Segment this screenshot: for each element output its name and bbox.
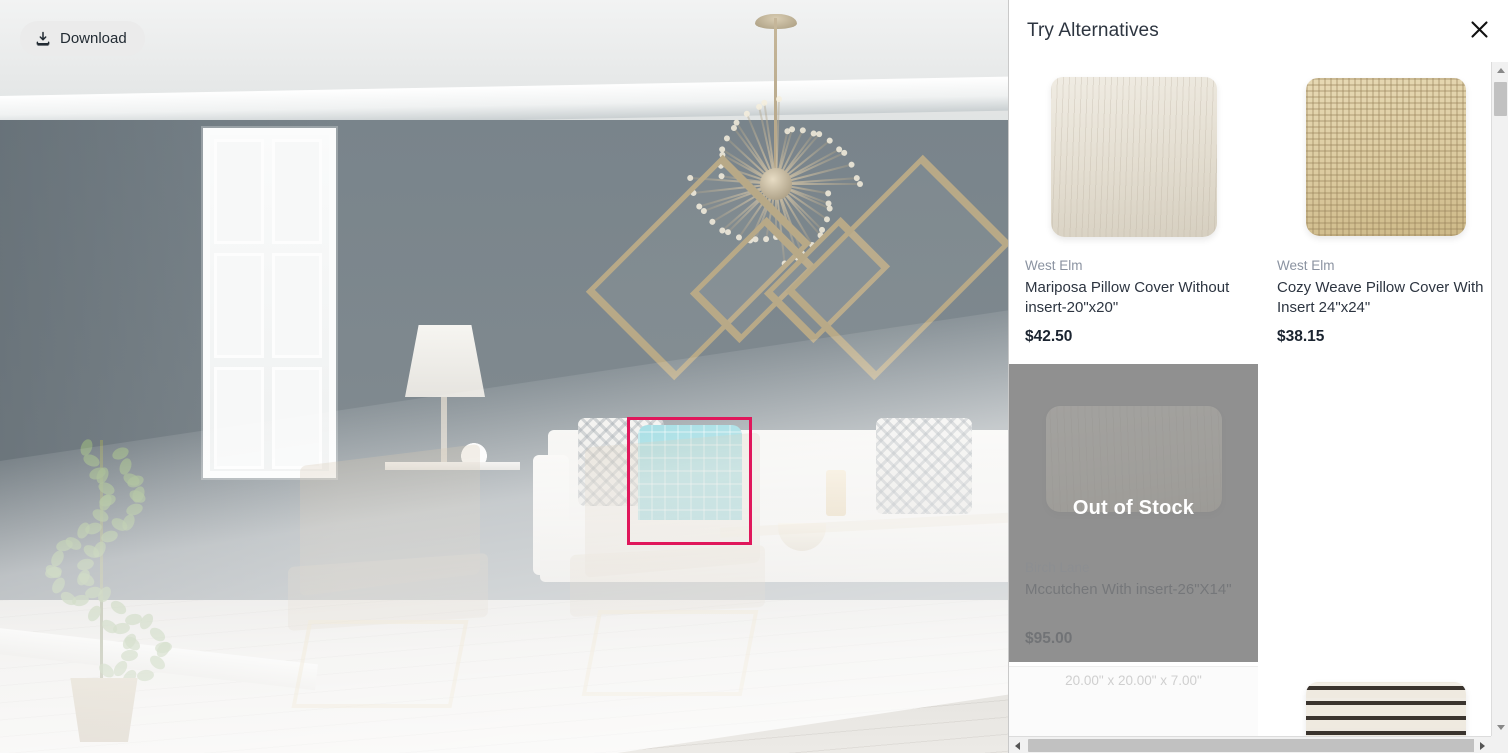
products-viewport: West Elm Mariposa Pillow Cover Without in… (1009, 62, 1491, 736)
product-image (1009, 62, 1258, 252)
product-card[interactable]: West Elm Cozy Weave Pillow Cover With Ins… (1261, 62, 1491, 360)
download-button[interactable]: Download (20, 21, 145, 56)
download-button-label: Download (60, 30, 127, 47)
chevron-down-icon (1496, 725, 1505, 730)
selection-bounding-box[interactable] (627, 417, 752, 545)
product-name[interactable]: Mariposa Pillow Cover Without insert-20"… (1025, 278, 1242, 318)
out-of-stock-label: Out of Stock (1072, 497, 1195, 519)
product-name[interactable]: Mccutchen With insert-26"X14" (1025, 580, 1242, 620)
product-info: Birch Lane Mccutchen With insert-26"X14" $… (1009, 554, 1258, 662)
product-brand: West Elm (1025, 258, 1083, 273)
chevron-left-icon (1015, 741, 1020, 750)
cream-textured-square-pillow-graphic (1050, 77, 1217, 237)
app-root: Download Try Alternatives West Elm Maripo… (0, 0, 1508, 753)
product-grid: West Elm Mariposa Pillow Cover Without in… (1009, 62, 1491, 736)
scrollbar-corner (1491, 736, 1508, 753)
product-image (1261, 62, 1491, 252)
product-price: $38.15 (1277, 328, 1325, 345)
product-info: West Elm Cozy Weave Pillow Cover With Ins… (1261, 252, 1491, 360)
horizontal-scroll-thumb[interactable] (1028, 739, 1476, 752)
vertical-scroll-thumb[interactable] (1494, 82, 1507, 116)
alternatives-panel: Try Alternatives West Elm Mariposa Pillow… (1008, 0, 1508, 753)
download-icon (35, 31, 51, 47)
close-button[interactable] (1466, 18, 1492, 44)
chevron-right-icon (1480, 741, 1485, 750)
product-brand: West Elm (1277, 258, 1335, 273)
vertical-scrollbar[interactable] (1491, 62, 1508, 736)
scroll-left-arrow[interactable] (1009, 737, 1026, 753)
product-image (1009, 364, 1258, 554)
product-price: $42.50 (1025, 328, 1073, 345)
striped-corded-pillow-graphic (1305, 682, 1466, 736)
scroll-up-arrow[interactable] (1492, 62, 1508, 79)
horizontal-scrollbar[interactable] (1009, 736, 1508, 753)
panel-header: Try Alternatives (1009, 0, 1508, 62)
scroll-right-arrow[interactable] (1474, 737, 1491, 753)
panel-title: Try Alternatives (1027, 20, 1159, 41)
product-image (1261, 666, 1491, 736)
product-card[interactable]: West ElmSoft Corded Pillow Cover Without… (1261, 666, 1491, 736)
product-card[interactable]: West Elm Mariposa Pillow Cover Without in… (1009, 62, 1258, 360)
product-dimensions-label: 20.00" x 20.00" x 7.00" (1009, 666, 1258, 736)
product-name[interactable]: Cozy Weave Pillow Cover With Insert 24"x… (1277, 278, 1491, 318)
product-card[interactable]: Birch Lane Mccutchen With insert-26"X14" $… (1009, 364, 1258, 662)
chevron-up-icon (1496, 68, 1505, 73)
products-scroll-area[interactable]: West Elm Mariposa Pillow Cover Without in… (1009, 62, 1508, 753)
product-price: $95.00 (1025, 630, 1073, 647)
scroll-down-arrow[interactable] (1492, 719, 1508, 736)
room-scene-image[interactable]: Download (0, 0, 1008, 753)
close-icon (1470, 20, 1489, 42)
tan-woven-burlap-pillow-graphic (1305, 78, 1466, 236)
product-brand: Birch Lane (1025, 560, 1090, 575)
product-info: West Elm Mariposa Pillow Cover Without in… (1009, 252, 1258, 360)
